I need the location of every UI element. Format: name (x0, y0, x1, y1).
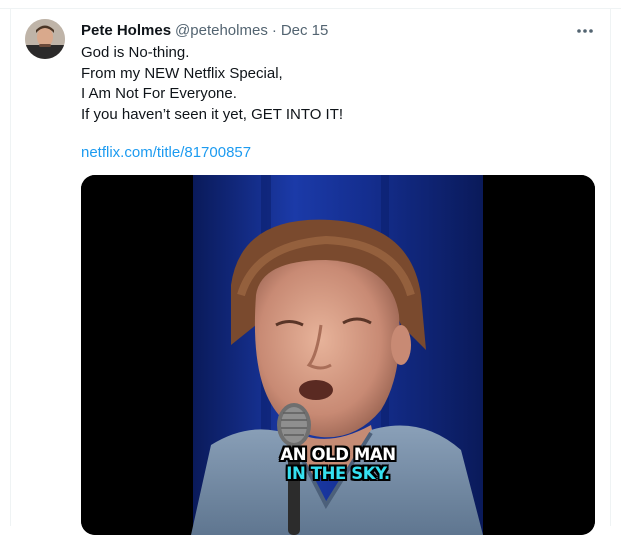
video-caption-line: AN OLD MAN (280, 445, 396, 464)
tweet-text-line: I Am Not For Everyone. (81, 85, 237, 103)
timeline-border-right (610, 8, 611, 526)
tweet-link[interactable]: netflix.com/title/81700857 (81, 143, 251, 163)
video-player[interactable]: AN OLD MAN IN THE SKY. (81, 175, 595, 535)
display-name[interactable]: Pete Holmes (81, 22, 171, 39)
header-separator: · (271, 22, 277, 39)
timeline-border-left (10, 8, 11, 526)
tweet-header: Pete Holmes @peteholmes · Dec 15 (81, 21, 328, 41)
timeline-divider (0, 8, 621, 9)
avatar[interactable] (25, 19, 65, 59)
more-horizontal-icon (577, 29, 593, 33)
user-handle[interactable]: @peteholmes (175, 22, 268, 39)
tweet-text-line: God is No-thing. (81, 44, 190, 61)
more-options-button[interactable] (570, 20, 600, 42)
tweet-text-line: From my NEW Netflix Special, (81, 64, 283, 82)
avatar-image (25, 19, 65, 59)
tweet-text-line: If you haven’t seen it yet, GET INTO IT! (81, 105, 344, 123)
video-caption-line: IN THE SKY. (286, 464, 390, 483)
tweet-text: God is No-thing. From my NEW Netflix Spe… (81, 43, 343, 125)
tweet-date[interactable]: Dec 15 (281, 22, 329, 39)
